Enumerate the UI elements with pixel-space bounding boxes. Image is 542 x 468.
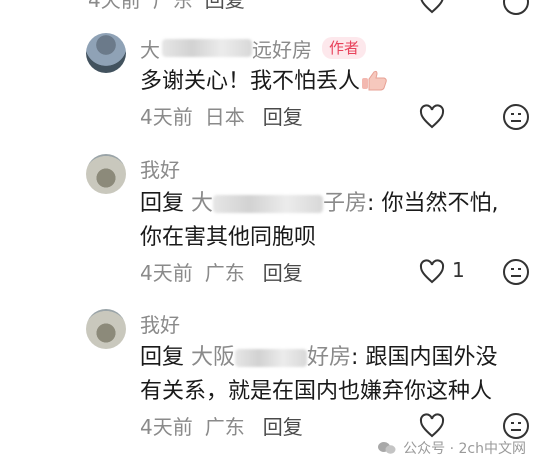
comment-location: 广东	[204, 260, 245, 285]
like-heart-icon[interactable]	[418, 258, 446, 286]
like-heart-icon[interactable]	[418, 412, 446, 440]
comment-username[interactable]: 大 远好房 作者	[140, 34, 367, 62]
emoji-reaction-icon[interactable]	[502, 0, 530, 16]
reply-target[interactable]: 大阪 好房	[191, 345, 351, 370]
comment-location: 日本	[204, 104, 245, 129]
comment-thread: 4天前 广东 回复 大 远好房 作者 多谢关心！我不怕丢人 4天前 日本 回复	[0, 0, 542, 468]
emoji-reaction-icon[interactable]	[502, 412, 530, 440]
target-part: 子房	[323, 191, 368, 216]
reply-target[interactable]: 大 子房	[191, 191, 367, 216]
reply-prefix: 回复	[140, 345, 185, 370]
target-part: 大	[191, 191, 214, 216]
comment-text: 回复 大 子房: 你当然不怕,	[140, 188, 498, 220]
emoji-reaction-icon[interactable]	[502, 258, 530, 286]
like-count: 1	[452, 258, 465, 282]
reply-prefix: 回复	[140, 191, 185, 216]
previous-comment-meta: 4天前 广东 回复	[88, 0, 542, 13]
author-badge: 作者	[322, 37, 367, 59]
comment-time: 4天前	[140, 104, 193, 129]
thumbs-up-icon	[362, 70, 387, 91]
comment-line: : 跟国内国外没	[351, 345, 498, 370]
comment-text: 多谢关心！我不怕丢人	[140, 66, 388, 98]
comment-meta: 4天前 广东 回复	[140, 256, 303, 286]
comment-username[interactable]: 我好	[140, 309, 180, 337]
reply-button[interactable]: 回复	[263, 411, 303, 440]
comment-location: 广东	[153, 0, 193, 13]
avatar[interactable]	[86, 33, 126, 73]
like-heart-icon[interactable]	[418, 0, 446, 16]
watermark: 公众号 · 2ch中文网	[377, 438, 526, 458]
avatar[interactable]	[86, 154, 126, 194]
blurred-name	[213, 195, 324, 213]
blurred-name	[162, 39, 252, 57]
watermark-text: 公众号 · 2ch中文网	[403, 441, 526, 457]
comment-text: 回复 大阪 好房: 跟国内国外没	[140, 342, 497, 374]
username-part: 大	[140, 37, 160, 62]
emoji-reaction-icon[interactable]	[502, 103, 530, 131]
comment-location: 广东	[204, 414, 245, 439]
reply-button[interactable]: 回复	[263, 101, 303, 130]
avatar[interactable]	[86, 309, 126, 349]
comment-time: 4天前	[140, 414, 193, 439]
blurred-name	[235, 349, 308, 367]
username: 我好	[140, 312, 180, 337]
comment-time: 4天前	[140, 260, 193, 285]
username: 我好	[140, 157, 180, 182]
like-heart-icon[interactable]	[418, 103, 446, 131]
comment-username[interactable]: 我好	[140, 154, 180, 182]
reply-button[interactable]: 回复	[205, 0, 245, 13]
username-part: 远好房	[252, 37, 312, 62]
comment-line: 你在害其他同胞呗	[140, 225, 317, 250]
comment-line: 有关系，就是在国内也嫌弃你这种人	[140, 379, 493, 404]
comment-meta: 4天前 广东 回复	[140, 410, 303, 440]
comment-line: : 你当然不怕,	[367, 191, 499, 216]
comment-line: 多谢关心！我不怕丢人	[140, 69, 361, 94]
comment-time: 4天前	[88, 0, 141, 13]
wechat-icon	[378, 442, 396, 454]
reply-button[interactable]: 回复	[263, 257, 303, 286]
target-part: 大阪	[191, 345, 236, 370]
target-part: 好房	[307, 345, 352, 370]
comment-meta: 4天前 日本 回复	[140, 100, 303, 130]
